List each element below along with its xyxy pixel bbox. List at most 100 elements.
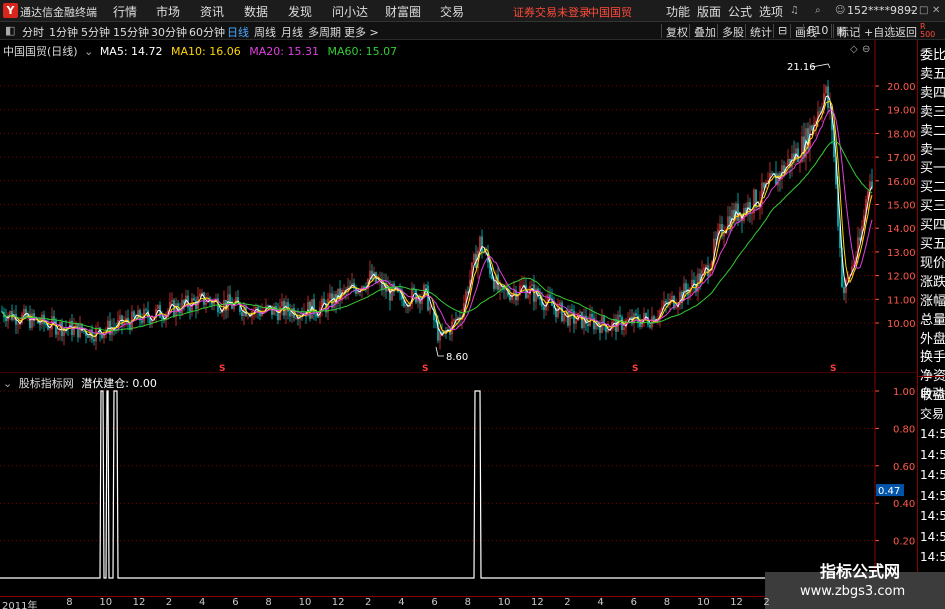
quote-field-label[interactable]: 卖四 [920, 84, 945, 104]
signal-line [0, 390, 875, 579]
quote-field-label[interactable]: 卖一 [920, 141, 945, 161]
quote-field-label[interactable]: 买二 [920, 178, 945, 198]
quote-field-label[interactable]: 卖二 [920, 122, 945, 142]
menu-item-trade[interactable]: 交易 [440, 3, 464, 20]
low-price-label: 8.60 [446, 352, 468, 363]
x-tick-label: 6 [630, 597, 637, 608]
y-tick-label: 0.40 [893, 499, 915, 510]
app-logo-icon: Y [3, 3, 18, 18]
quote-field-label[interactable]: 总量 [920, 311, 945, 331]
x-tick-label: 4 [398, 597, 405, 608]
toolbar-mark-button[interactable]: 标记 [833, 24, 860, 39]
menu-item-quotes[interactable]: 行情 [113, 3, 137, 20]
quote-field-label[interactable]: 委比 [920, 46, 945, 66]
y-tick-label: 1.00 [893, 387, 915, 398]
collapse-icon: ⊖ [862, 44, 870, 55]
x-tick-label: 10 [497, 597, 511, 608]
quote-field-label[interactable]: 卖三 [920, 103, 945, 123]
menu-item-wealth[interactable]: 财富圈 [385, 3, 421, 20]
x-tick-label: 6 [232, 597, 239, 608]
menu-item-layout[interactable]: 版面 [697, 3, 721, 20]
sidebar-toggle-icon[interactable]: ◧ [5, 24, 15, 37]
auto-trade-label[interactable]: 自动 [920, 383, 944, 403]
x-tick-label: 2 [763, 597, 770, 608]
quote-field-label[interactable]: 外盘 [920, 330, 945, 350]
menu-item-ask[interactable]: 问小达 [332, 3, 368, 20]
quote-field-label[interactable]: 涨跌 [920, 273, 945, 293]
trade-login-status[interactable]: 证券交易未登录 [513, 4, 590, 20]
quote-field-label[interactable]: 买一 [920, 159, 945, 179]
draw-icon[interactable]: ⊟ [773, 24, 787, 38]
period-tab-intraday[interactable]: 分时 [22, 24, 44, 40]
period-tab-monthly[interactable]: 月线 [281, 24, 303, 40]
kline-chart[interactable]: 20.00 19.00 18.00 17.00 16.00 15.00 14.00 13.00… [0, 40, 917, 373]
x-tick-label: 12 [531, 597, 544, 608]
period-tab-1min[interactable]: 1分钟 [49, 24, 78, 40]
menu-item-market[interactable]: 市场 [156, 3, 180, 20]
period-tab-weekly[interactable]: 周线 [254, 24, 276, 40]
menu-item-data[interactable]: 数据 [244, 3, 268, 20]
ma20-line [1, 109, 873, 335]
x-tick-label: 2 [564, 597, 571, 608]
y-tick-label: 17.00 [887, 153, 916, 164]
y-tick-label: 16.00 [887, 177, 916, 188]
auto-trade-label[interactable]: 交易 [920, 404, 944, 424]
indicator-header: ⌄ 股标指标网 潜伏建仓: 0.00 [3, 375, 157, 391]
quote-field-label[interactable]: 买三 [920, 197, 945, 217]
y-tick-label: 14.00 [887, 224, 916, 235]
toolbar-stats-button[interactable]: 统计 [745, 24, 772, 39]
y-tick-label: 15.00 [887, 201, 916, 212]
period-tab-30min[interactable]: 30分钟 [151, 24, 187, 40]
period-tab-60min[interactable]: 60分钟 [189, 24, 225, 40]
tick-time-label: 14:56 [920, 427, 945, 441]
menu-item-news[interactable]: 资讯 [200, 3, 224, 20]
quote-field-label[interactable]: 涨幅 [920, 292, 945, 312]
tick-time-label: 14:56 [920, 529, 945, 544]
period-tab-daily[interactable]: 日线 [227, 24, 249, 40]
menu-item-options[interactable]: 选项 [759, 3, 783, 20]
menu-item-function[interactable]: 功能 [666, 3, 690, 20]
minimize-button[interactable]: — [906, 5, 916, 16]
menu-bar: Y 通达信金融终端 行情 市场 资讯 数据 发现 问小达 财富圈 交易 证券交易… [0, 0, 945, 22]
terminal-window: Y 通达信金融终端 行情 市场 资讯 数据 发现 问小达 财富圈 交易 证券交易… [0, 0, 945, 609]
menu-item-formula[interactable]: 公式 [728, 3, 752, 20]
x-tick-label: 12 [730, 597, 743, 608]
current-value-label: 0.47 [878, 486, 900, 497]
menu-item-discover[interactable]: 发现 [288, 3, 312, 20]
period-tab-more[interactable]: 更多 > [344, 24, 379, 40]
period-tab-5min[interactable]: 5分钟 [81, 24, 110, 40]
quote-field-label[interactable]: 买五 [920, 235, 945, 255]
chart-title[interactable]: 中国国贸(日线) [3, 45, 78, 58]
quote-field-label[interactable]: 买四 [920, 216, 945, 236]
toolbar-multi-stock-button[interactable]: 多股 [717, 24, 744, 39]
x-tick-label: 8 [66, 597, 73, 608]
quote-field-label[interactable]: 现价 [920, 254, 945, 274]
quote-side-panel: 委比 卖五 卖四 卖三 卖二 卖一 买一 买二 买三 买四 买五 现价 涨跌 涨幅 总量 外盘 换手 净资 收益 自动… [917, 40, 945, 609]
ma20-label: MA20: 15.31 [249, 45, 319, 58]
x-tick-label: 2 [165, 597, 173, 608]
quote-field-label[interactable]: 卖五 [920, 65, 945, 85]
toolbar-back-button[interactable]: 返回 [890, 24, 917, 39]
maximize-button[interactable]: □ [919, 5, 928, 16]
toolbar-adjust-button[interactable]: 复权 [661, 24, 688, 39]
x-tick-label: 10 [298, 597, 312, 608]
x-tick-label: 2 [365, 597, 372, 608]
search-icon[interactable]: ⌕ [815, 5, 821, 16]
user-icon[interactable]: ☺ [835, 5, 845, 16]
indicator-chart[interactable]: 1.00 0.80 0.60 0.40 0.20 0.47 [0, 373, 917, 596]
period-tab-15min[interactable]: 15分钟 [113, 24, 149, 40]
sell-marker: S [830, 364, 836, 373]
quote-field-label[interactable]: 换手 [920, 348, 945, 368]
tick-time-label: 14:56 [920, 550, 945, 564]
dropdown-icon[interactable]: ⌄ [84, 45, 93, 58]
toolbar-overlay-button[interactable]: 叠加 [689, 24, 716, 39]
r-badge: R 500 [920, 22, 936, 39]
high-price-label: 21.16 [787, 62, 816, 73]
period-tab-multi[interactable]: 多周期 [308, 24, 341, 40]
dropdown-icon[interactable]: ⌄ [3, 377, 12, 390]
sell-marker: S [422, 364, 428, 373]
toolbar-f10-button[interactable]: F10 [803, 24, 828, 38]
headset-icon[interactable]: ♫ [790, 5, 799, 16]
close-button[interactable]: ✕ [932, 5, 940, 16]
indicator-title[interactable]: 股标指标网 [19, 377, 74, 390]
